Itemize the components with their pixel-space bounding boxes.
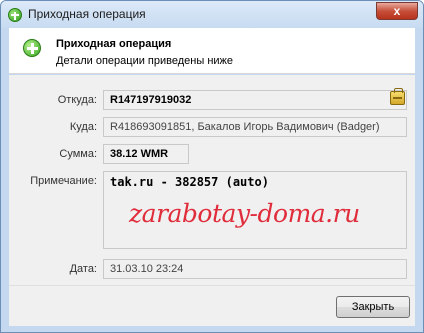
from-label: Откуда: [57, 94, 97, 106]
window-close-button[interactable]: x [376, 2, 418, 20]
green-plus-icon [23, 39, 41, 57]
to-label: Куда: [69, 121, 97, 133]
amount-label: Сумма: [59, 148, 97, 160]
date-field[interactable]: 31.03.10 23:24 [103, 259, 407, 279]
site-watermark: zarabotay-doma.ru [129, 199, 360, 228]
from-field[interactable]: R147197919032 [103, 90, 407, 110]
title-bar[interactable]: Приходная операция x [1, 1, 423, 28]
header-subtitle: Детали операции приведены ниже [56, 55, 234, 67]
dialog-window: Приходная операция x Приходная операция … [0, 0, 424, 333]
close-button[interactable]: Закрыть [336, 296, 410, 318]
dialog-footer: Закрыть [9, 285, 415, 326]
note-label: Примечание: [30, 175, 97, 187]
header-title: Приходная операция [56, 38, 172, 50]
purse-icon[interactable] [390, 88, 405, 105]
window-title: Приходная операция [28, 7, 146, 21]
amount-field[interactable]: 38.12 WMR [103, 144, 189, 164]
to-field[interactable]: R418693091851, Бакалов Игорь Вадимович (… [103, 117, 407, 137]
dialog-header: Приходная операция Детали операции приве… [9, 28, 415, 74]
app-plus-icon [8, 8, 22, 22]
details-panel: Откуда: R147197919032 Куда: R41869309185… [9, 75, 415, 285]
date-label: Дата: [69, 263, 97, 275]
